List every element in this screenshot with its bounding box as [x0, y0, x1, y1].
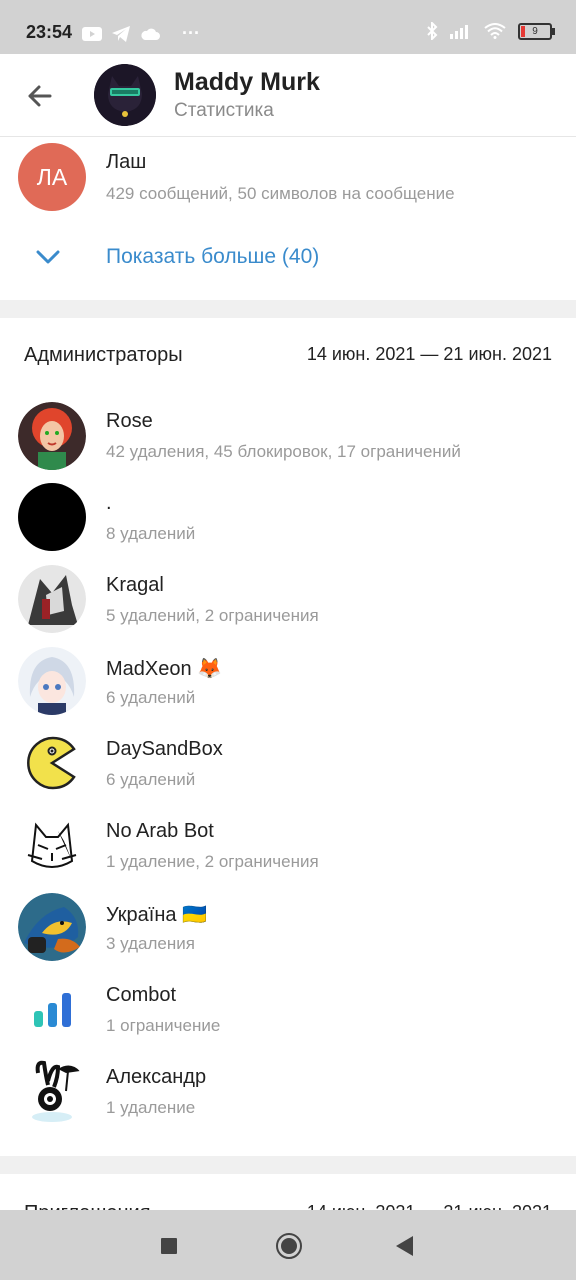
cloud-icon — [141, 28, 160, 40]
admin-row[interactable]: . 8 удалений — [0, 478, 576, 560]
admin-meta: 6 удалений — [106, 688, 196, 707]
admin-name: Україна 🇺🇦 — [106, 904, 207, 926]
home-button[interactable] — [276, 1233, 302, 1259]
admin-avatar — [18, 729, 86, 797]
telegram-icon — [112, 25, 130, 42]
admin-name: MadXeon 🦊 — [106, 658, 223, 680]
admin-name: Kragal — [106, 574, 164, 596]
admin-avatar — [18, 647, 86, 715]
status-time: 23:54 — [26, 22, 73, 42]
admin-meta: 1 удаление, 2 ограничения — [106, 852, 319, 871]
admin-avatar — [18, 811, 86, 879]
admin-row[interactable]: No Arab Bot 1 удаление, 2 ограничения — [0, 806, 576, 888]
app-bar: Maddy Murk Статистика — [0, 54, 576, 137]
status-bar: 23:54 ··· 9 — [0, 0, 576, 54]
admin-name: Александр — [106, 1066, 207, 1088]
admin-name: . — [106, 492, 112, 514]
admin-row[interactable]: Kragal 5 удалений, 2 ограничения — [0, 560, 576, 642]
admin-meta: 1 удаление — [106, 1098, 196, 1117]
more-notifications-icon: ··· — [182, 23, 200, 43]
admin-row[interactable]: Rose 42 удаления, 45 блокировок, 17 огра… — [0, 396, 576, 478]
battery-level: 9 — [532, 25, 538, 37]
administrators-section: Администраторы 14 июн. 2021 — 21 июн. 20… — [0, 318, 576, 1156]
back-arrow-icon[interactable] — [22, 78, 58, 114]
show-more-button[interactable]: Показать больше (40) — [106, 245, 319, 269]
back-button[interactable] — [396, 1236, 413, 1256]
admin-row[interactable]: Александр 1 удаление — [0, 1052, 576, 1134]
admin-avatar — [18, 1057, 86, 1125]
admin-avatar — [18, 893, 86, 961]
chat-title: Maddy Murk — [174, 68, 320, 96]
admin-meta: 3 удаления — [106, 934, 195, 953]
chat-avatar[interactable] — [94, 64, 156, 126]
admin-row[interactable]: Україна 🇺🇦 3 удаления — [0, 888, 576, 970]
initials-avatar: ЛА — [18, 143, 86, 211]
admin-avatar — [18, 483, 86, 551]
admin-meta: 6 удалений — [106, 770, 196, 789]
bluetooth-icon — [427, 22, 438, 40]
invites-section: Приглашения 14 июн. 2021 — 21 июн. 2021 — [0, 1174, 576, 1214]
system-nav-bar — [0, 1210, 576, 1280]
admin-name: Rose — [106, 410, 153, 432]
admin-avatar — [18, 402, 86, 470]
admin-name: No Arab Bot — [106, 820, 214, 842]
admin-row[interactable]: DaySandBox 6 удалений — [0, 724, 576, 806]
chevron-down-icon[interactable] — [34, 243, 62, 271]
top-members-section: ЛА Лаш 429 сообщений, 50 символов на соо… — [0, 137, 576, 300]
section-title: Администраторы — [24, 344, 183, 366]
section-date-range: 14 июн. 2021 — 21 июн. 2021 — [306, 344, 552, 364]
admin-row[interactable]: MadXeon 🦊 6 удалений — [0, 642, 576, 724]
battery-icon: 9 — [518, 22, 555, 40]
admin-meta: 1 ограничение — [106, 1016, 221, 1035]
signal-icon — [450, 25, 468, 39]
wifi-icon — [484, 23, 506, 39]
admin-row[interactable]: Combot 1 ограничение — [0, 970, 576, 1052]
admin-meta: 8 удалений — [106, 524, 196, 543]
admin-name: Combot — [106, 984, 177, 1006]
youtube-icon — [82, 26, 102, 41]
admin-name: DaySandBox — [106, 738, 223, 760]
admin-avatar — [18, 565, 86, 633]
recents-button[interactable] — [161, 1238, 177, 1254]
admin-meta: 5 удалений, 2 ограничения — [106, 606, 319, 625]
member-name: Лаш — [106, 151, 147, 173]
member-meta: 429 сообщений, 50 символов на сообщение — [106, 184, 455, 203]
admin-meta: 42 удаления, 45 блокировок, 17 ограничен… — [106, 442, 461, 461]
admin-avatar — [18, 975, 86, 1043]
member-row[interactable]: ЛА Лаш 429 сообщений, 50 символов на соо… — [0, 137, 576, 219]
page-subtitle: Статистика — [174, 100, 274, 121]
